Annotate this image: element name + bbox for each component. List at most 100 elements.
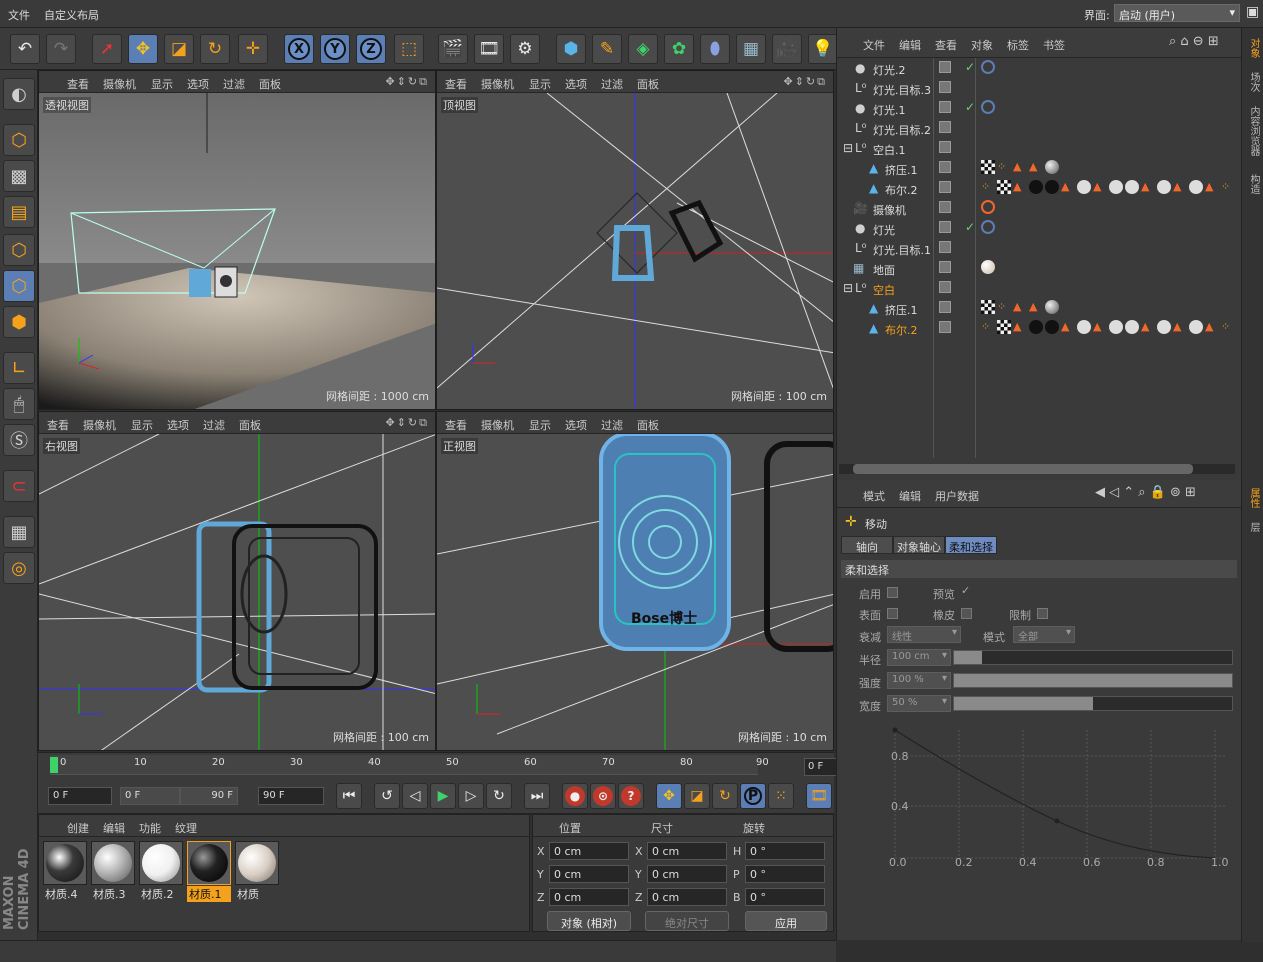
om-menu-view[interactable]: 查看 bbox=[935, 37, 957, 53]
vp-menu-display[interactable]: 显示 bbox=[151, 76, 173, 92]
vp-menu-display[interactable]: 显示 bbox=[131, 417, 153, 433]
radius-slider[interactable] bbox=[953, 650, 1233, 665]
radius-field[interactable]: 100 cm bbox=[887, 649, 951, 666]
coord-mode-dropdown[interactable]: 对象 (相对) bbox=[547, 911, 631, 931]
prev-key-icon[interactable]: ↺ bbox=[374, 783, 400, 809]
size-x-field[interactable]: 0 cm bbox=[647, 842, 727, 860]
viewport-nav-icons[interactable]: ✥⇕↻⧉ bbox=[783, 75, 827, 89]
window-menu-icon[interactable]: ▣ bbox=[1246, 4, 1259, 20]
am-nav-icons[interactable]: ◀ ◁ ⌃ ⌕ 🔒 ⊚ ⊞ bbox=[1095, 485, 1196, 500]
planar-workplane-icon[interactable]: ◎ bbox=[3, 552, 35, 584]
move-icon[interactable]: ✥ bbox=[128, 34, 158, 64]
vp-menu-options[interactable]: 选项 bbox=[565, 76, 587, 92]
vp-menu-panel[interactable]: 面板 bbox=[259, 76, 281, 92]
range-start-field[interactable]: 0 F bbox=[120, 787, 180, 805]
vp-menu-display[interactable]: 显示 bbox=[529, 417, 551, 433]
position-y-field[interactable]: 0 cm bbox=[549, 865, 629, 883]
camera-icon[interactable]: 🎥 bbox=[772, 34, 802, 64]
undo-icon[interactable]: ↶ bbox=[10, 34, 40, 64]
tab-attributes[interactable]: 属性 bbox=[1245, 488, 1261, 508]
om-menu-edit[interactable]: 编辑 bbox=[899, 37, 921, 53]
rotation-h-field[interactable]: 0 ° bbox=[745, 842, 825, 860]
object-row[interactable]: ▲ 挤压.1 ⁘ ▲ ▲ bbox=[841, 158, 1237, 178]
range-end-field[interactable]: 90 F bbox=[180, 787, 238, 805]
om-search-icon[interactable]: ⌕ ⌂ ⊖ ⊞ bbox=[1169, 34, 1219, 49]
floor-icon[interactable]: ▦ bbox=[736, 34, 766, 64]
key-position-icon[interactable]: ✥ bbox=[656, 783, 682, 809]
object-row[interactable]: L⁰ 灯光.目标.1 bbox=[841, 238, 1237, 258]
redo-icon[interactable]: ↷ bbox=[46, 34, 76, 64]
goto-end-icon[interactable]: ⏭ bbox=[524, 783, 550, 809]
mode-dropdown[interactable]: 全部 bbox=[1013, 626, 1075, 643]
am-menu-edit[interactable]: 编辑 bbox=[899, 488, 921, 504]
vp-menu-camera[interactable]: 摄像机 bbox=[103, 76, 136, 92]
texture-mode-icon[interactable]: ▩ bbox=[3, 160, 35, 192]
strength-field[interactable]: 100 % bbox=[887, 672, 951, 689]
vp-menu-view[interactable]: 查看 bbox=[445, 76, 467, 92]
limit-checkbox[interactable] bbox=[1037, 608, 1048, 619]
am-menu-userdata[interactable]: 用户数据 bbox=[935, 488, 979, 504]
viewport-nav-icons[interactable]: ✥⇕↻⧉ bbox=[385, 416, 429, 430]
tab-objects[interactable]: 对象 bbox=[1245, 38, 1261, 58]
key-parameter-icon[interactable]: P bbox=[740, 783, 766, 809]
width-slider[interactable] bbox=[953, 696, 1233, 711]
tab-soft-selection[interactable]: 柔和选择 bbox=[945, 536, 997, 554]
am-menu-mode[interactable]: 模式 bbox=[863, 488, 885, 504]
rotation-b-field[interactable]: 0 ° bbox=[745, 888, 825, 906]
vp-menu-view[interactable]: 查看 bbox=[67, 76, 89, 92]
coord-system-icon[interactable]: ⬚ bbox=[394, 34, 424, 64]
preview-checkbox[interactable]: ✓ bbox=[961, 584, 970, 597]
mat-menu-texture[interactable]: 纹理 bbox=[175, 820, 197, 836]
position-x-field[interactable]: 0 cm bbox=[549, 842, 629, 860]
record-keys-icon[interactable]: ● bbox=[562, 783, 588, 809]
cube-icon[interactable]: ⬢ bbox=[556, 34, 586, 64]
right-viewport[interactable]: 查看 摄像机 显示 选项 过滤 面板 ✥⇕↻⧉ 右视图 网格间距 : 100 c… bbox=[38, 411, 436, 751]
light-icon[interactable]: 💡 bbox=[808, 34, 838, 64]
falloff-dropdown[interactable]: 线性 bbox=[887, 626, 961, 643]
keyframe-selection-icon[interactable]: ? bbox=[618, 783, 644, 809]
object-row[interactable]: ▦ 地面 bbox=[841, 258, 1237, 278]
key-pla-icon[interactable]: ⁙ bbox=[768, 783, 794, 809]
mat-menu-edit[interactable]: 编辑 bbox=[103, 820, 125, 836]
object-row[interactable]: L⁰ 灯光.目标.2 bbox=[841, 118, 1237, 138]
target-tag-icon[interactable] bbox=[981, 220, 995, 234]
om-menu-objects[interactable]: 对象 bbox=[971, 37, 993, 53]
tab-object-axis[interactable]: 对象轴心 bbox=[893, 536, 945, 554]
edges-mode-icon[interactable]: ⬡ bbox=[3, 270, 35, 302]
vp-menu-options[interactable]: 选项 bbox=[167, 417, 189, 433]
timeline-ruler[interactable]: 0 10 20 30 40 50 60 70 80 90 bbox=[50, 755, 769, 775]
vp-menu-camera[interactable]: 摄像机 bbox=[481, 76, 514, 92]
tab-axis[interactable]: 轴向 bbox=[841, 536, 893, 554]
viewport-nav-icons[interactable]: ✥⇕↻⧉ bbox=[385, 75, 429, 89]
timeline-window-icon[interactable]: 🎞 bbox=[806, 783, 832, 809]
om-horizontal-scrollbar[interactable] bbox=[839, 464, 1235, 474]
next-frame-icon[interactable]: ▷ bbox=[458, 783, 484, 809]
timeline[interactable]: 0 10 20 30 40 50 60 70 80 90 0 F bbox=[38, 752, 870, 778]
size-y-field[interactable]: 0 cm bbox=[647, 865, 727, 883]
snap-icon[interactable]: Ⓢ bbox=[3, 424, 35, 456]
vp-menu-options[interactable]: 选项 bbox=[187, 76, 209, 92]
z-axis-button[interactable]: Z bbox=[356, 34, 386, 64]
enabled-check-icon[interactable]: ✓ bbox=[965, 220, 975, 234]
play-icon[interactable]: ▶ bbox=[430, 783, 456, 809]
goto-start-icon[interactable]: ⏮ bbox=[336, 783, 362, 809]
front-viewport[interactable]: 查看 摄像机 显示 选项 过滤 面板 Bose博士 正视图 网格间距 : 10 … bbox=[436, 411, 834, 751]
om-menu-tags[interactable]: 标签 bbox=[1007, 37, 1029, 53]
vp-menu-panel[interactable]: 面板 bbox=[637, 76, 659, 92]
playhead[interactable] bbox=[50, 757, 58, 773]
workplane-icon[interactable]: ▤ bbox=[3, 196, 35, 228]
make-editable-icon[interactable]: ◐ bbox=[3, 78, 35, 110]
object-row[interactable]: ● 灯光.2 ✓ bbox=[841, 58, 1237, 78]
render-settings-icon[interactable]: ⚙ bbox=[510, 34, 540, 64]
om-menu-file[interactable]: 文件 bbox=[863, 37, 885, 53]
vp-menu-options[interactable]: 选项 bbox=[565, 417, 587, 433]
rotation-p-field[interactable]: 0 ° bbox=[745, 865, 825, 883]
model-mode-icon[interactable]: ⬡ bbox=[3, 124, 35, 156]
scale-icon[interactable]: ◪ bbox=[164, 34, 194, 64]
position-z-field[interactable]: 0 cm bbox=[549, 888, 629, 906]
menu-custom-layout[interactable]: 自定义布局 bbox=[44, 7, 99, 23]
enable-checkbox[interactable] bbox=[887, 587, 898, 598]
tab-content-browser[interactable]: 内容浏览器 bbox=[1245, 106, 1261, 156]
end-frame-field[interactable]: 90 F bbox=[258, 787, 324, 805]
points-mode-icon[interactable]: ⬡ bbox=[3, 234, 35, 266]
